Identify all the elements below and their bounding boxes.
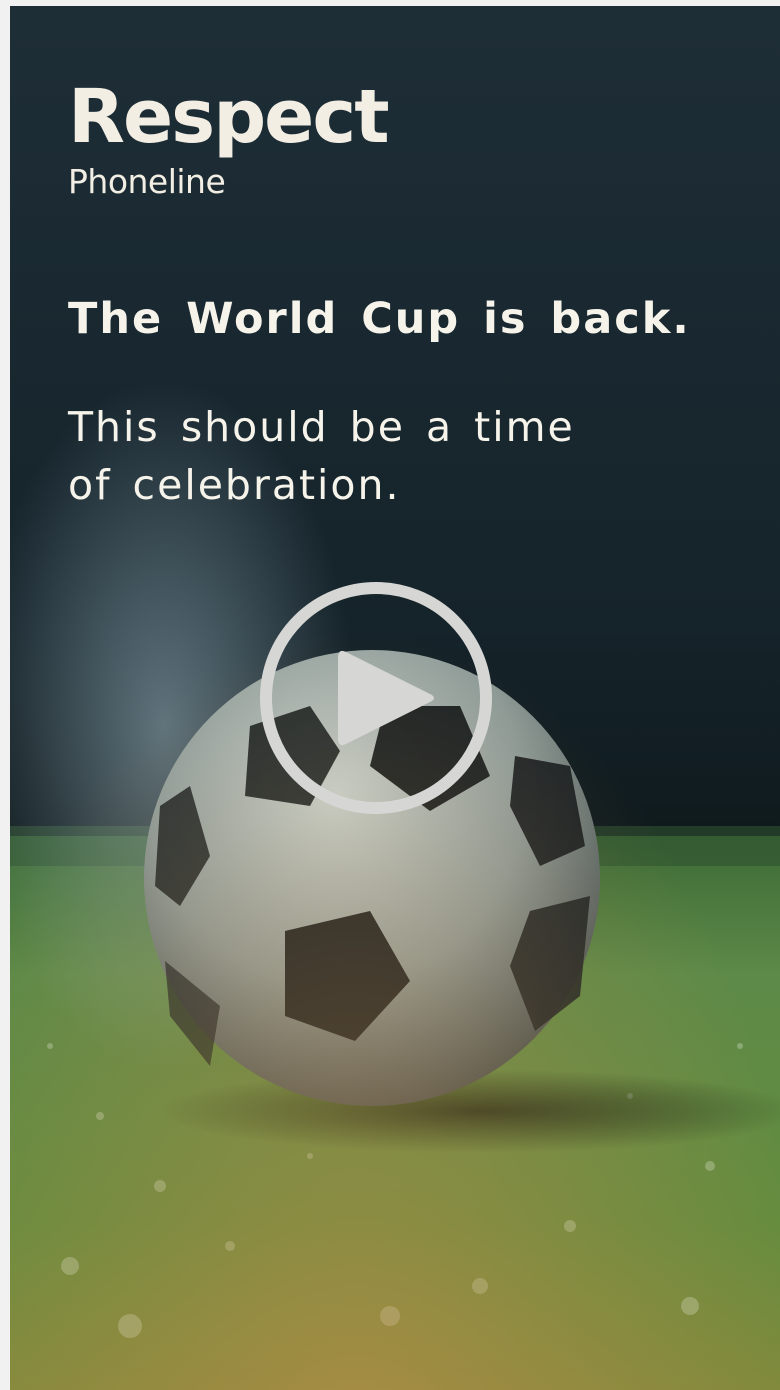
video-poster[interactable]: Respect Phoneline The World Cup is back.… [10,6,780,1390]
brand-subtitle: Phoneline [68,162,226,201]
play-icon [260,582,492,814]
subheadline-line-2: of celebration. [68,461,401,509]
headline: The World Cup is back. [68,294,691,344]
brand-title: Respect [68,74,390,160]
brand-logo: Respect Phoneline [68,74,390,201]
play-button[interactable] [258,580,494,816]
subheadline: This should be a time of celebration. [68,398,668,514]
subheadline-line-1: This should be a time [68,403,575,451]
